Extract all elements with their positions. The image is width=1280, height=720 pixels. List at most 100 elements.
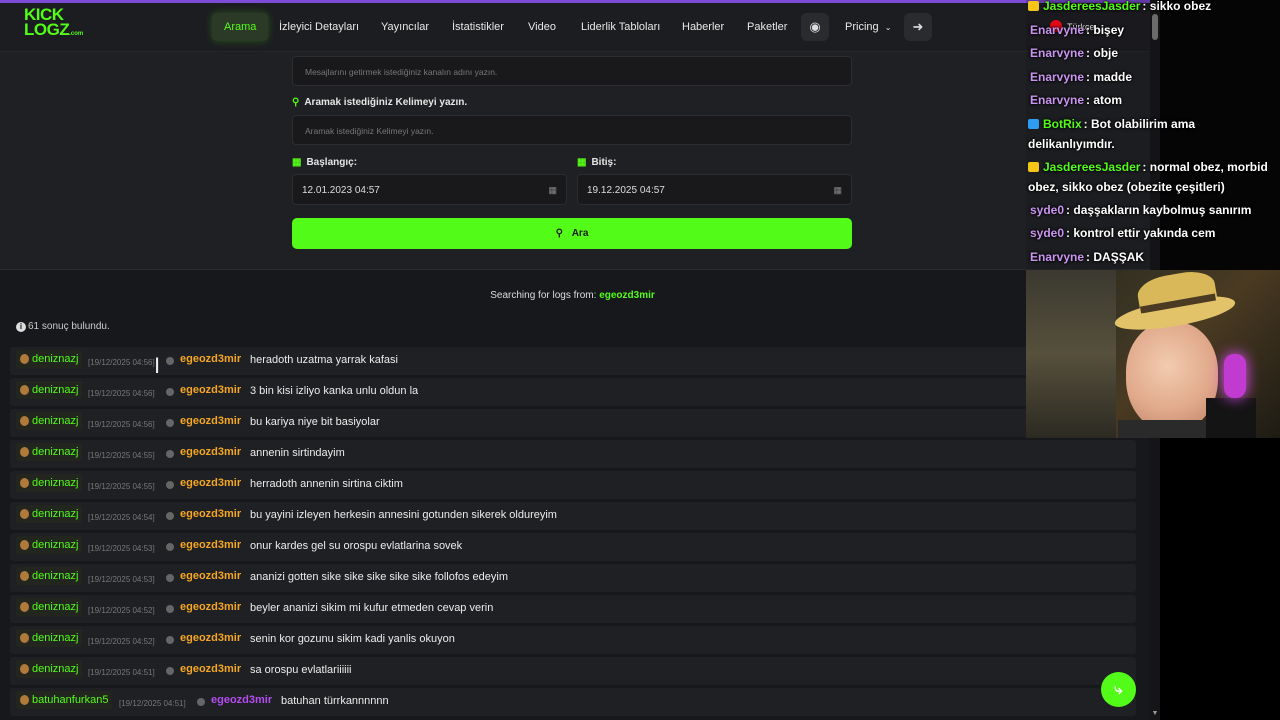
log-message: ananizi gotten sike sike sike sike sike … bbox=[250, 571, 509, 583]
chat-message: JasdereesJasder: sikko obez bbox=[1028, 0, 1280, 16]
log-channel[interactable]: egeozd3mir bbox=[180, 632, 241, 644]
channel-dot-icon bbox=[166, 388, 174, 396]
log-channel[interactable]: egeozd3mir bbox=[180, 601, 241, 613]
log-row: deniznazj [19/12/2025 04:52] egeozd3mir sen… bbox=[10, 626, 1136, 654]
log-channel[interactable]: egeozd3mir bbox=[180, 384, 241, 396]
log-user-badge[interactable]: batuhanfurkan5 bbox=[16, 691, 113, 709]
searching-info: Searching for logs from: egeozd3mir bbox=[0, 290, 1145, 301]
microphone bbox=[1224, 354, 1246, 398]
log-row: deniznazj [19/12/2025 04:56] egeozd3mir her… bbox=[10, 347, 1136, 375]
discord-button[interactable]: ◉ bbox=[801, 13, 829, 41]
log-message: onur kardes gel su orospu evlatlarina so… bbox=[250, 540, 463, 552]
log-username: deniznazj bbox=[32, 415, 79, 427]
channel-dot-icon bbox=[166, 357, 174, 365]
search-button[interactable]: ⚲ Ara bbox=[292, 218, 852, 249]
user-avatar-icon bbox=[20, 571, 29, 581]
site-logo[interactable]: KICK LOGZ.com bbox=[24, 6, 90, 45]
channel-dot-icon bbox=[166, 419, 174, 427]
login-button[interactable]: ➜ bbox=[904, 13, 932, 41]
log-user-badge[interactable]: deniznazj bbox=[16, 505, 83, 523]
log-channel[interactable]: egeozd3mir bbox=[180, 477, 241, 489]
log-username: deniznazj bbox=[32, 539, 79, 551]
log-channel[interactable]: egeozd3mir bbox=[180, 353, 241, 365]
nav-yayincilar[interactable]: Yayıncılar bbox=[381, 13, 429, 41]
log-username: deniznazj bbox=[32, 477, 79, 489]
navbar: KICK LOGZ.com Arama İzleyici Detayları Y… bbox=[0, 3, 1150, 52]
chat-username: syde0 bbox=[1030, 226, 1065, 240]
log-user-badge[interactable]: deniznazj bbox=[16, 629, 83, 647]
log-user-badge[interactable]: deniznazj bbox=[16, 660, 83, 678]
channel-input[interactable]: Mesajlarını getirmek istediğiniz kanalın… bbox=[292, 56, 852, 86]
start-date-input[interactable]: 12.01.2023 04:57 ▦ bbox=[292, 174, 567, 205]
user-avatar-icon bbox=[20, 447, 29, 457]
search-icon: ⚲ bbox=[555, 228, 563, 239]
log-row: deniznazj [19/12/2025 04:53] egeozd3mir ana… bbox=[10, 564, 1136, 592]
info-icon: i bbox=[16, 322, 26, 332]
log-channel[interactable]: egeozd3mir bbox=[180, 539, 241, 551]
log-channel[interactable]: egeozd3mir bbox=[180, 570, 241, 582]
log-user-badge[interactable]: deniznazj bbox=[16, 350, 83, 368]
log-user-badge[interactable]: deniznazj bbox=[16, 412, 83, 430]
log-username: deniznazj bbox=[32, 353, 79, 365]
log-channel[interactable]: egeozd3mir bbox=[180, 663, 241, 675]
share-button[interactable]: ⤷ bbox=[1101, 672, 1136, 707]
scroll-down-icon[interactable]: ▼ bbox=[1151, 710, 1159, 718]
log-channel[interactable]: egeozd3mir bbox=[180, 446, 241, 458]
log-user-badge[interactable]: deniznazj bbox=[16, 474, 83, 492]
chat-text: kontrol ettir yakında cem bbox=[1073, 226, 1216, 240]
log-timestamp: [19/12/2025 04:51] bbox=[88, 668, 155, 677]
nav-haberler[interactable]: Haberler bbox=[682, 13, 724, 41]
nav-istatistikler[interactable]: İstatistikler bbox=[452, 13, 504, 41]
result-count: i 61 sonuç bulundu. bbox=[16, 321, 110, 332]
channel-dot-icon bbox=[166, 481, 174, 489]
log-message: heradoth uzatma yarrak kafasi bbox=[250, 354, 398, 366]
share-icon: ⤷ bbox=[1114, 681, 1123, 698]
nav-liderlik-tablolari[interactable]: Liderlik Tabloları bbox=[581, 13, 660, 41]
chat-separator: : bbox=[1142, 160, 1150, 174]
log-user-badge[interactable]: deniznazj bbox=[16, 381, 83, 399]
chat-username: Enarvyne bbox=[1030, 250, 1085, 264]
chevron-down-icon: ⌄ bbox=[884, 23, 892, 32]
log-channel[interactable]: egeozd3mir bbox=[180, 508, 241, 520]
webcam-feed bbox=[1026, 270, 1280, 438]
log-channel[interactable]: egeozd3mir bbox=[211, 694, 272, 706]
user-avatar-icon bbox=[20, 540, 29, 550]
nav-arama[interactable]: Arama bbox=[212, 13, 269, 41]
nav-izleyici-detaylari[interactable]: İzleyici Detayları bbox=[279, 13, 359, 41]
log-username: deniznazj bbox=[32, 446, 79, 458]
chat-text: madde bbox=[1093, 70, 1133, 84]
chat-separator: : bbox=[1142, 0, 1150, 13]
end-date-input[interactable]: 19.12.2025 04:57 ▦ bbox=[577, 174, 852, 205]
chat-text: obje bbox=[1093, 46, 1119, 60]
log-user-badge[interactable]: deniznazj bbox=[16, 598, 83, 616]
channel-dot-icon bbox=[166, 667, 174, 675]
user-avatar-icon bbox=[20, 509, 29, 519]
searching-user[interactable]: egeozd3mir bbox=[599, 290, 655, 301]
log-timestamp: [19/12/2025 04:52] bbox=[88, 637, 155, 646]
log-message: herradoth annenin sirtina ciktim bbox=[250, 478, 403, 490]
chat-message: Enarvyne: atom bbox=[1028, 90, 1280, 110]
log-timestamp: [19/12/2025 04:52] bbox=[88, 606, 155, 615]
chat-username: Enarvyne bbox=[1030, 93, 1085, 107]
date-picker-icon[interactable]: ▦ bbox=[833, 175, 842, 206]
nav-paketler[interactable]: Paketler bbox=[747, 13, 787, 41]
log-row: deniznazj [19/12/2025 04:52] egeozd3mir bey… bbox=[10, 595, 1136, 623]
end-date-value: 19.12.2025 04:57 bbox=[587, 185, 665, 196]
log-timestamp: [19/12/2025 04:56] bbox=[88, 420, 155, 429]
result-count-text: 61 sonuç bulundu. bbox=[28, 321, 110, 332]
chat-username: JasdereesJasder bbox=[1043, 0, 1141, 13]
log-user-badge[interactable]: deniznazj bbox=[16, 443, 83, 461]
keyword-input[interactable]: Aramak istediğiniz Kelimeyi yazın. bbox=[292, 115, 852, 145]
nav-video[interactable]: Video bbox=[528, 13, 556, 41]
log-username: deniznazj bbox=[32, 632, 79, 644]
channel-dot-icon bbox=[166, 605, 174, 613]
date-picker-icon[interactable]: ▦ bbox=[548, 175, 557, 206]
pricing-dropdown[interactable]: Pricing ⌄ bbox=[845, 13, 891, 41]
kicklogz-site: KICK LOGZ.com Arama İzleyici Detayları Y… bbox=[0, 0, 1150, 720]
chat-message: Enarvyne: bişey bbox=[1028, 20, 1280, 40]
log-user-badge[interactable]: deniznazj bbox=[16, 536, 83, 554]
log-user-badge[interactable]: deniznazj bbox=[16, 567, 83, 585]
log-channel[interactable]: egeozd3mir bbox=[180, 415, 241, 427]
background-shelf bbox=[1026, 270, 1116, 438]
chat-text: atom bbox=[1093, 93, 1123, 107]
